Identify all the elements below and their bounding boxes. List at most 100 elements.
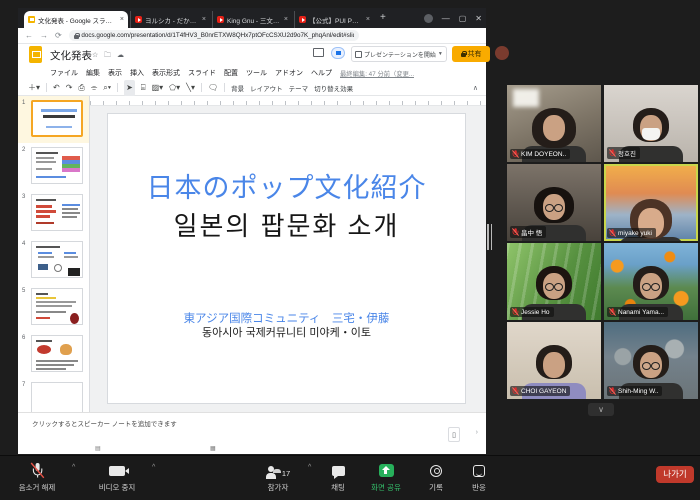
insert-line-icon[interactable]: ╲▾ xyxy=(186,80,195,96)
undo-icon[interactable]: ↶ xyxy=(53,80,60,96)
theme-button[interactable]: テーマ xyxy=(289,83,309,93)
share-screen-button[interactable]: 화면 공유 xyxy=(363,462,409,493)
participant-name-chip: Nanami Yama... xyxy=(607,307,668,317)
speaker-notes-placeholder[interactable]: クリックするとスピーカー ノートを追加できます xyxy=(32,418,177,428)
slide-byline-korean[interactable]: 동아시아 국제커뮤니티 미야케・이토 xyxy=(108,324,465,340)
address-bar[interactable]: docs.google.com/presentation/d/1T4fHV3_B… xyxy=(69,30,359,41)
menu-addons[interactable]: アドオン xyxy=(275,68,303,78)
redo-icon[interactable]: ↷ xyxy=(66,80,73,96)
insert-shape-icon[interactable]: ⬠▾ xyxy=(169,80,180,96)
slide-thumbnail-3[interactable]: 3 xyxy=(18,190,89,237)
toolbar-divider xyxy=(117,83,118,92)
chevron-right-icon[interactable]: › xyxy=(476,429,478,436)
zoom-tool-icon[interactable]: ⌕▾ xyxy=(103,80,111,96)
background-button[interactable]: 背景 xyxy=(231,83,244,93)
slide-title-korean[interactable]: 일본의 팝문화 소개 xyxy=(108,206,465,243)
last-edit-link[interactable]: 最終編集: 47 分前（変更... xyxy=(340,69,414,78)
text-box-icon[interactable]: ⌸ xyxy=(141,80,146,96)
slide-title-japanese[interactable]: 日本のポップ文化紹介 xyxy=(108,166,465,205)
slide-thumbnail-5[interactable]: 5 xyxy=(18,284,89,331)
menu-tools[interactable]: ツール xyxy=(246,68,267,78)
participant-name-chip: CHOI GAYEON xyxy=(510,386,570,396)
video-tile-hatanaka[interactable]: 畠中 悟 xyxy=(507,164,601,241)
current-slide[interactable]: 日本のポップ文化紹介 일본의 팝문화 소개 東アジア国際コミュニティ 三宅・伊藤… xyxy=(107,113,466,404)
maximize-icon[interactable]: ▢ xyxy=(459,14,467,23)
account-avatar[interactable] xyxy=(495,46,509,60)
forward-icon[interactable]: → xyxy=(40,31,48,40)
video-tile-shih-ming[interactable]: Shih-Ming W.. xyxy=(604,322,698,399)
status-bar-icon: ▦ xyxy=(210,445,216,452)
slide-thumbnail-4[interactable]: 4 xyxy=(18,237,89,284)
participants-options-chevron-icon[interactable]: ^ xyxy=(308,464,311,471)
browser-tab-slides[interactable]: 文化発表 - Google スライド × xyxy=(24,11,128,28)
insert-comment-icon[interactable]: 🗨 xyxy=(208,80,218,96)
slideshow-icon[interactable] xyxy=(331,47,345,59)
unmute-button[interactable]: 음소거 해제 xyxy=(8,462,66,493)
reload-icon[interactable]: ⟳ xyxy=(55,31,62,40)
video-tile-nanami-yama[interactable]: Nanami Yama... xyxy=(604,243,698,320)
new-tab-button[interactable]: + xyxy=(380,11,386,25)
close-tab-icon[interactable]: × xyxy=(120,16,124,23)
chrome-profile-icon[interactable] xyxy=(424,14,433,23)
slides-app-header: 文化発表 ☆ 🗀 ☁ プレゼンテーションを開始 ▼ 共有 xyxy=(18,44,486,66)
chat-button[interactable]: 채팅 xyxy=(322,462,354,493)
close-tab-icon[interactable]: × xyxy=(202,16,206,23)
menu-file[interactable]: ファイル xyxy=(50,68,78,78)
video-grid-scroll-down-button[interactable]: ∨ xyxy=(588,403,614,416)
new-slide-icon[interactable]: ＋▾ xyxy=(28,80,40,96)
participants-button[interactable]: 17 참가자 xyxy=(252,462,304,493)
cloud-status-icon: ☁ xyxy=(117,51,124,59)
start-presentation-button[interactable]: プレゼンテーションを開始 ▼ xyxy=(351,46,447,62)
select-cursor-icon[interactable]: ➤ xyxy=(124,80,135,96)
collapse-toolbar-icon[interactable]: ∧ xyxy=(473,84,478,92)
layout-button[interactable]: レイアウト xyxy=(250,83,283,93)
participant-name-chip: KIM DOYEON.. xyxy=(510,149,570,159)
thumbnail-preview xyxy=(31,147,83,184)
audio-options-chevron-icon[interactable]: ^ xyxy=(72,464,75,471)
stop-video-button[interactable]: 비디오 중지 xyxy=(88,462,146,493)
muted-mic-icon xyxy=(609,229,616,237)
video-tile-kim-doyeon[interactable]: KIM DOYEON.. xyxy=(507,85,601,162)
present-display-icon[interactable] xyxy=(313,48,324,57)
close-tab-icon[interactable]: × xyxy=(366,16,370,23)
move-folder-icon[interactable]: 🗀 xyxy=(104,51,111,62)
minimize-icon[interactable]: — xyxy=(442,14,450,23)
slide-thumbnail-1[interactable]: 1 xyxy=(18,96,89,143)
scrollbar-handle[interactable] xyxy=(487,224,492,250)
insert-image-icon[interactable]: ▨▾ xyxy=(152,80,164,96)
print-icon[interactable]: ⎙ xyxy=(78,80,84,96)
video-tile-jung-hojin[interactable]: 정호진 xyxy=(604,85,698,162)
notes-tool-button[interactable]: ▯ xyxy=(448,427,460,442)
menu-view[interactable]: 表示 xyxy=(108,68,122,78)
star-document-icon[interactable]: ☆ xyxy=(92,51,98,59)
paint-format-icon[interactable]: ⌯ xyxy=(91,80,97,96)
browser-tab-youtube-1[interactable]: ヨルシカ - だから僕は音楽を辞めた... × xyxy=(130,11,210,28)
menu-edit[interactable]: 編集 xyxy=(86,68,100,78)
menu-help[interactable]: ヘルプ xyxy=(311,68,332,78)
document-title[interactable]: 文化発表 xyxy=(50,48,92,63)
video-options-chevron-icon[interactable]: ^ xyxy=(152,464,155,471)
record-button[interactable]: 기록 xyxy=(420,462,452,493)
menu-insert[interactable]: 挿入 xyxy=(130,68,144,78)
leave-meeting-button[interactable]: 나가기 xyxy=(656,466,694,483)
reactions-button[interactable]: 반응 xyxy=(462,462,496,493)
browser-tab-youtube-3[interactable]: 【公式】PUI PUI モルカー 第1話... × xyxy=(294,11,374,28)
browser-tab-youtube-2[interactable]: King Gnu - 三文小説 - YouTube × xyxy=(212,11,292,28)
shared-screen-browser: 文化発表 - Google スライド × ヨルシカ - だから僕は音楽を辞めた.… xyxy=(18,8,486,454)
share-button[interactable]: 共有 xyxy=(452,46,490,62)
camera-icon xyxy=(109,466,125,476)
video-tile-jessie-ho[interactable]: Jessie Ho xyxy=(507,243,601,320)
close-window-icon[interactable]: ✕ xyxy=(475,14,482,23)
chevron-down-icon[interactable]: ▼ xyxy=(438,51,443,57)
video-tile-choi-gayeon[interactable]: CHOI GAYEON xyxy=(507,322,601,399)
back-icon[interactable]: ← xyxy=(25,31,33,40)
menu-slide[interactable]: スライド xyxy=(188,68,216,78)
speaker-notes-area[interactable]: クリックするとスピーカー ノートを追加できます ▯ › ▤ ▦ xyxy=(18,412,486,454)
slide-thumbnail-6[interactable]: 6 xyxy=(18,331,89,378)
close-tab-icon[interactable]: × xyxy=(284,16,288,23)
slide-thumbnail-2[interactable]: 2 xyxy=(18,143,89,190)
menu-format[interactable]: 表示形式 xyxy=(152,68,180,78)
menu-arrange[interactable]: 配置 xyxy=(224,68,238,78)
video-tile-miyake-yuki-active-speaker[interactable]: miyake yuki xyxy=(604,164,698,241)
transition-button[interactable]: 切り替え効果 xyxy=(314,83,353,93)
